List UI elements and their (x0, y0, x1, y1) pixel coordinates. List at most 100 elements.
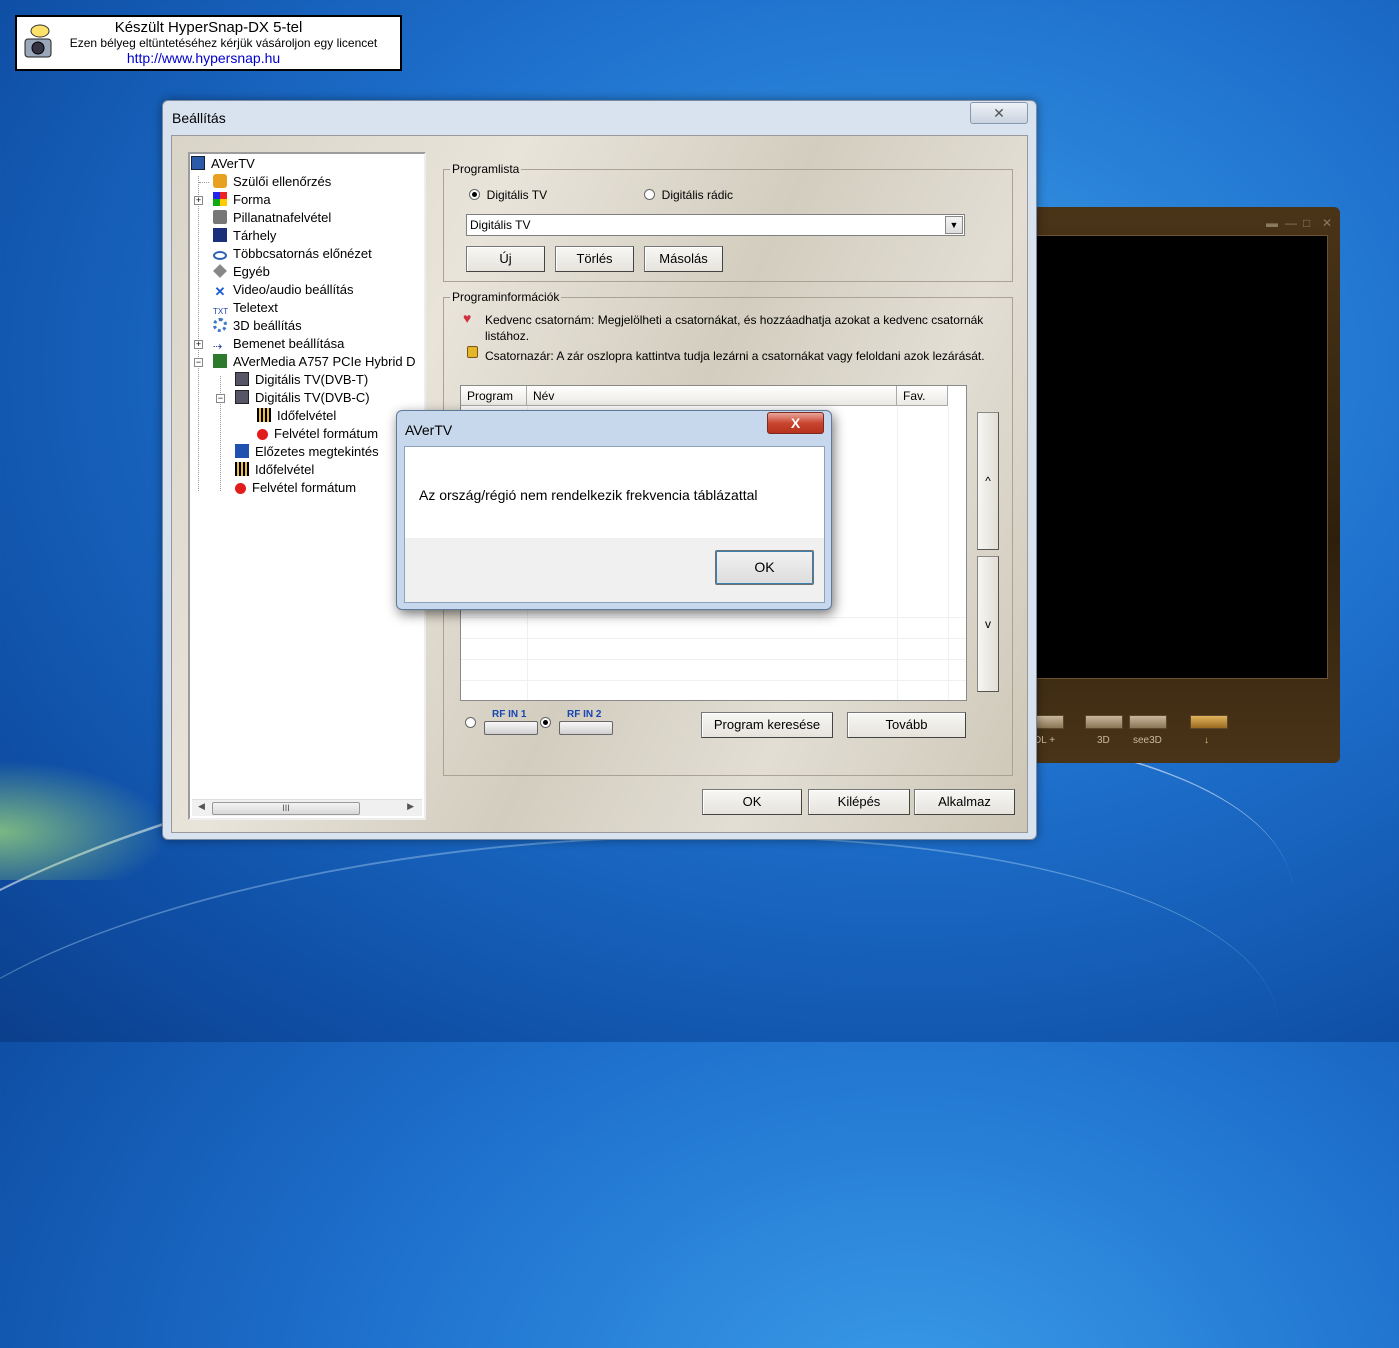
dialog-title: AVerTV (405, 422, 453, 438)
restore-icon[interactable]: — (1285, 216, 1297, 230)
programinfo-legend: Programinformációk (452, 290, 560, 304)
program-search-button[interactable]: Program keresése (701, 712, 833, 738)
tv-icon (235, 372, 249, 386)
rf-in-1-label: RF IN 1 (492, 709, 527, 720)
favorite-info-text: Kedvenc csatornám: Megjelölheti a csator… (485, 313, 984, 343)
card-icon (213, 354, 227, 368)
maximize-icon[interactable]: □ (1303, 216, 1310, 230)
stamp-line1: Készült HyperSnap-DX 5-tel (114, 19, 303, 36)
dialog-ok-button[interactable]: OK (715, 550, 814, 585)
lock-info-text: Csatornazár: A zár oszlopra kattintva tu… (485, 349, 985, 363)
tree-item-schedule[interactable]: Időfelvétel (257, 407, 336, 425)
tree-item-forma[interactable]: Forma (213, 191, 271, 209)
rf-in-1-radio[interactable] (465, 717, 476, 728)
tree-item-avertv[interactable]: AVerTV (191, 155, 255, 173)
apply-button[interactable]: Alkalmaz (914, 789, 1015, 815)
see3d-label: see3D (1133, 735, 1162, 746)
preview-check-icon (235, 444, 249, 458)
download-button[interactable] (1190, 715, 1228, 729)
radio-digital-radio[interactable]: Digitális rádic (644, 188, 733, 202)
stamp-url[interactable]: http://www.hypersnap.hu (7, 50, 400, 66)
tree-expander[interactable]: − (194, 358, 203, 367)
column-header-name[interactable]: Név (527, 386, 897, 406)
rf-in-1-connector-icon (484, 721, 538, 735)
tree-item-preview[interactable]: Előzetes megtekintés (235, 443, 379, 461)
settings-tree: AVerTV Szülői ellenőrzés + Forma Pillana… (188, 152, 426, 820)
window-title: Beállítás (172, 110, 226, 126)
see3d-button[interactable] (1129, 715, 1167, 729)
column-header-fav[interactable]: Fav. (897, 386, 948, 406)
exit-button[interactable]: Kilépés (808, 789, 910, 815)
tree-expander[interactable]: + (194, 340, 203, 349)
tree-item-storage[interactable]: Tárhely (213, 227, 276, 245)
window-close-button[interactable]: ✕ (970, 102, 1028, 124)
record-icon (235, 483, 246, 494)
video-screen (1036, 235, 1328, 679)
lock-icon (467, 346, 478, 358)
camera-icon (24, 24, 52, 58)
parental-control-icon (213, 174, 227, 188)
tree-expander[interactable]: − (216, 394, 225, 403)
tree-item-dvbt[interactable]: Digitális TV(DVB-T) (235, 371, 368, 389)
radio-unselected-icon (644, 189, 655, 200)
tree-item-dvbc[interactable]: Digitális TV(DVB-C) (235, 389, 370, 407)
scroll-left-icon[interactable]: ◀ (198, 801, 205, 812)
gear-icon (213, 318, 227, 332)
tree-item-3d[interactable]: 3D beállítás (213, 317, 302, 335)
tree-item-recformat[interactable]: Felvétel formátum (235, 479, 356, 497)
copy-button[interactable]: Másolás (644, 246, 723, 272)
scroll-thumb[interactable]: III (212, 802, 360, 815)
tree-item-schedule[interactable]: Időfelvétel (235, 461, 314, 479)
schedule-icon (257, 408, 271, 422)
program-type-select[interactable]: Digitális TV ▼ (466, 214, 965, 236)
move-down-button[interactable]: v (977, 556, 999, 692)
tree-item-multipreview[interactable]: Többcsatornás előnézet (213, 245, 372, 263)
scroll-right-icon[interactable]: ▶ (407, 801, 414, 812)
next-button[interactable]: Tovább (847, 712, 966, 738)
rf-in-2-label: RF IN 2 (567, 709, 602, 720)
download-icon: ↓ (1204, 735, 1209, 746)
ok-button[interactable]: OK (702, 789, 802, 815)
dl-label: DL + (1034, 735, 1056, 746)
avertv-icon (191, 156, 205, 170)
tree-item-parental[interactable]: Szülői ellenőrzés (213, 173, 331, 191)
tree-expander[interactable]: + (194, 196, 203, 205)
tree-item-videoaudio[interactable]: ✕ Video/audio beállítás (213, 281, 354, 299)
preview-icon (213, 251, 227, 260)
delete-button[interactable]: Törlés (555, 246, 634, 272)
move-up-button[interactable]: ^ (977, 412, 999, 550)
input-icon: ⇢ (213, 341, 223, 353)
record-icon (257, 429, 268, 440)
radio-selected-icon (469, 189, 480, 200)
column-header-program[interactable]: Program (461, 386, 527, 406)
programlist-legend: Programlista (452, 162, 520, 176)
rf-in-2-connector-icon (559, 721, 613, 735)
stamp-line2: Ezen bélyeg eltüntetéséhez kérjük vásáro… (69, 36, 378, 50)
misc-icon (213, 264, 227, 278)
schedule-icon (235, 462, 249, 476)
hypersnap-stamp: Készült HyperSnap-DX 5-tel Ezen bélyeg e… (15, 15, 402, 71)
rf-in-2-radio[interactable] (540, 717, 551, 728)
chevron-down-icon[interactable]: ▼ (945, 216, 963, 234)
minimize-icon[interactable]: ▬ (1266, 216, 1278, 230)
3d-label: 3D (1097, 735, 1110, 746)
dialog-message: Az ország/régió nem rendelkezik frekvenc… (419, 487, 758, 503)
3d-button[interactable] (1085, 715, 1123, 729)
new-button[interactable]: Új (466, 246, 545, 272)
tree-horizontal-scrollbar[interactable]: ◀ III ▶ (192, 799, 422, 816)
close-icon[interactable]: ✕ (1322, 216, 1332, 230)
snapshot-icon (213, 210, 227, 224)
tree-item-teletext[interactable]: TXT Teletext (213, 299, 278, 317)
tree-item-snapshot[interactable]: Pillanatnafelvétel (213, 209, 331, 227)
tree-item-misc[interactable]: Egyéb (213, 263, 270, 281)
avertv-player-window: ▬ — □ ✕ DL + 3D see3D ↓ (1026, 207, 1340, 763)
dialog-footer: OK (405, 538, 824, 602)
tree-item-recformat[interactable]: Felvétel formátum (257, 425, 378, 443)
tree-item-card[interactable]: AVerMedia A757 PCIe Hybrid D (213, 353, 416, 371)
tv-icon (235, 390, 249, 404)
message-dialog: AVerTV X Az ország/régió nem rendelkezik… (396, 410, 832, 610)
radio-digital-tv[interactable]: Digitális TV (469, 188, 547, 202)
tree-item-input[interactable]: ⇢ Bemenet beállítása (213, 335, 344, 353)
favorite-heart-icon: ♥ (463, 310, 472, 326)
dialog-close-button[interactable]: X (767, 412, 824, 434)
